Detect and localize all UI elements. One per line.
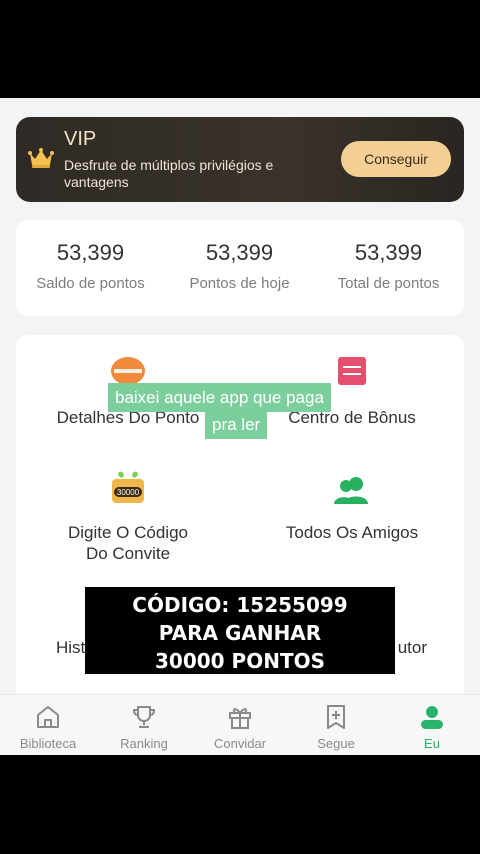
- points-today-label: Pontos de hoje: [189, 275, 290, 292]
- tab-invite[interactable]: Convidar: [192, 695, 288, 755]
- checklist-icon: [338, 357, 366, 385]
- points-summary: 53,399 Saldo de pontos 53,399 Pontos de …: [16, 220, 464, 316]
- bottom-tab-bar: Biblioteca Ranking Convidar Segue Eu: [0, 694, 480, 755]
- bookmark-icon: [327, 705, 345, 729]
- tab-library[interactable]: Biblioteca: [0, 695, 96, 755]
- menu-label-invite-code-2: Do Convite: [85, 544, 171, 563]
- promo-code-overlay: CÓDIGO: 15255099 PARA GANHAR 30000 PONTO…: [85, 587, 395, 674]
- gift-icon: [229, 708, 251, 729]
- tab-label-library: Biblioteca: [19, 736, 77, 751]
- tab-me[interactable]: Eu: [384, 695, 480, 755]
- menu-label-invite-code-1: Digite O Código: [67, 523, 188, 542]
- caption-line-1: baixei aquele app que paga: [108, 383, 331, 412]
- tab-ranking[interactable]: Ranking: [96, 695, 192, 755]
- caption-line-2: pra ler: [205, 410, 268, 439]
- tab-label-invite: Convidar: [213, 736, 267, 751]
- promo-line-3: 30000 PONTOS: [155, 649, 325, 673]
- points-today[interactable]: 53,399 Pontos de hoje: [165, 220, 314, 316]
- home-icon: [37, 706, 59, 728]
- points-total-label: Total de pontos: [337, 275, 440, 292]
- tab-label-follow: Segue: [317, 736, 355, 751]
- points-today-value: 53,399: [205, 240, 274, 265]
- tab-label-me: Eu: [424, 736, 440, 751]
- promo-line-2: PARA GANHAR: [158, 621, 322, 645]
- tab-label-ranking: Ranking: [120, 736, 168, 751]
- points-balance-label: Saldo de pontos: [36, 275, 145, 292]
- points-balance-value: 53,399: [56, 240, 125, 265]
- friends-icon: [334, 477, 368, 504]
- app-screen: VIP Desfrute de múltiplos privilégios e …: [0, 98, 480, 755]
- menu-item-all-friends[interactable]: Todos Os Amigos: [240, 460, 464, 570]
- gift-badge-text: 30000: [117, 488, 140, 497]
- user-icon: [421, 706, 443, 729]
- trophy-icon: [132, 706, 156, 728]
- vip-description: Desfrute de múltiplos privilégios e vant…: [64, 157, 274, 190]
- crown-icon: [28, 148, 54, 168]
- points-total[interactable]: 53,399 Total de pontos: [314, 220, 463, 316]
- tab-follow[interactable]: Segue: [288, 695, 384, 755]
- menu-item-invite-code[interactable]: 30000 Digite O Código Do Convite: [16, 460, 240, 570]
- vip-banner[interactable]: VIP Desfrute de múltiplos privilégios e …: [16, 117, 464, 202]
- gift-code-icon: 30000: [112, 471, 144, 503]
- points-balance[interactable]: 53,399 Saldo de pontos: [16, 220, 165, 316]
- menu-label-all-friends: Todos Os Amigos: [285, 523, 419, 542]
- vip-title: VIP: [64, 128, 97, 150]
- points-total-value: 53,399: [354, 240, 423, 265]
- vip-get-button[interactable]: Conseguir: [341, 141, 451, 177]
- promo-line-1: CÓDIGO: 15255099: [132, 593, 348, 617]
